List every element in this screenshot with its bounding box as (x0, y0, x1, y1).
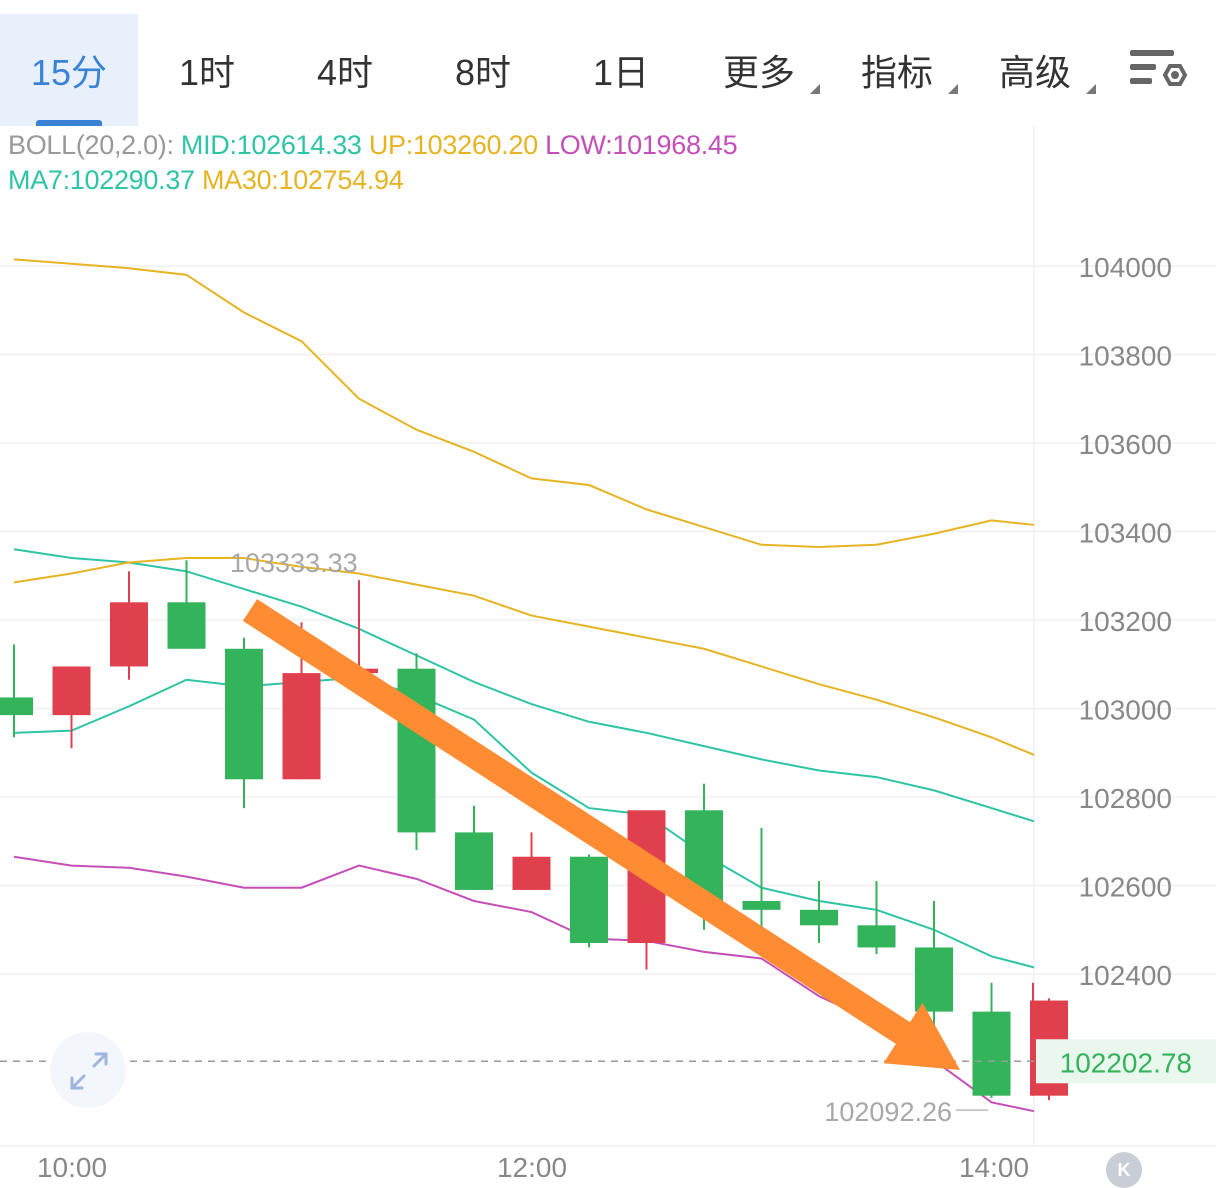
y-tick-label: 103800 (1079, 341, 1172, 372)
series-line-ma30 (13, 557, 1035, 756)
candle-body (857, 925, 896, 948)
tab-label: 4时 (316, 52, 374, 93)
candle (52, 666, 91, 749)
chart-settings-icon[interactable] (1128, 44, 1188, 100)
tab-label: 15分 (30, 52, 108, 93)
settings-glyph (1130, 50, 1188, 86)
series-line-ma7 (13, 676, 1035, 969)
y-tick-label: 103200 (1079, 606, 1172, 637)
tab-label: 1时 (178, 52, 236, 93)
k-logo-icon: K (1106, 1152, 1142, 1188)
x-tick-label: 10:00 (37, 1152, 107, 1177)
tab-label: 高级 (998, 52, 1071, 93)
tab-label: 指标 (860, 52, 933, 93)
max-price-label: 103333.33 (230, 548, 358, 578)
downtrend-arrow (242, 599, 960, 1070)
candle (225, 637, 263, 809)
y-tick-label: 104000 (1079, 252, 1172, 283)
candle (0, 644, 33, 738)
candle (455, 805, 493, 890)
tab-label: 8时 (454, 52, 512, 93)
y-tick-label: 103400 (1079, 518, 1172, 549)
candle (972, 982, 1011, 1098)
candlestick-chart[interactable]: 104000 103800 103600 103400 103200 103000 1028… (0, 126, 1216, 1177)
candle (512, 832, 551, 890)
tab-8h[interactable]: 8时 (414, 14, 552, 126)
tab-more[interactable]: 更多 (690, 14, 828, 126)
tab-1d[interactable]: 1日 (552, 14, 690, 126)
min-price-label: 102092.26 (824, 1097, 952, 1127)
candle (800, 881, 838, 944)
candle-body (512, 856, 551, 890)
expand-chart-button[interactable] (50, 1032, 126, 1108)
current-price-label: 102202.78 (1060, 1047, 1192, 1078)
series-line-low (13, 855, 1035, 1113)
x-tick-label: 12:00 (497, 1152, 567, 1177)
candle-body (52, 666, 91, 716)
candle (397, 653, 436, 851)
candle-body (167, 602, 206, 649)
candle (857, 881, 896, 955)
candle (167, 560, 206, 649)
tab-advanced[interactable]: 高级 (966, 14, 1104, 126)
dropdown-triangle-icon (948, 84, 958, 94)
candle-body (110, 602, 148, 667)
tab-label: 1日 (592, 52, 650, 93)
candle (742, 827, 781, 930)
candle-body (570, 856, 608, 944)
dropdown-triangle-icon (1086, 84, 1096, 94)
candle-body (282, 673, 321, 780)
tab-1h[interactable]: 1时 (138, 14, 276, 126)
candle-body (225, 648, 263, 780)
x-tick-label: 14:00 (959, 1152, 1029, 1177)
y-tick-label: 103600 (1079, 429, 1172, 460)
dropdown-triangle-icon (810, 84, 820, 94)
y-tick-label: 102600 (1079, 872, 1172, 903)
candle-body (455, 832, 493, 890)
tab-4h[interactable]: 4时 (276, 14, 414, 126)
expand-arrows-icon (70, 1052, 108, 1090)
y-tick-label: 103000 (1079, 695, 1172, 726)
candle-body (397, 668, 436, 833)
candle (110, 571, 148, 680)
candle (570, 854, 608, 948)
tab-label: 更多 (722, 52, 795, 93)
candle-body (915, 947, 953, 1012)
series-line-up (13, 258, 1035, 548)
candle-body (972, 1011, 1011, 1096)
timeframe-tabs: 15分 1时 4时 8时 1日 更多 指标 高级 (0, 0, 1216, 126)
candle-body (742, 900, 781, 910)
tab-indicators[interactable]: 指标 (828, 14, 966, 126)
y-tick-label: 102800 (1079, 783, 1172, 814)
candle-body (0, 697, 33, 716)
candle-body (800, 909, 838, 926)
tab-15m[interactable]: 15分 (0, 14, 138, 126)
y-tick-label: 102400 (1079, 960, 1172, 991)
